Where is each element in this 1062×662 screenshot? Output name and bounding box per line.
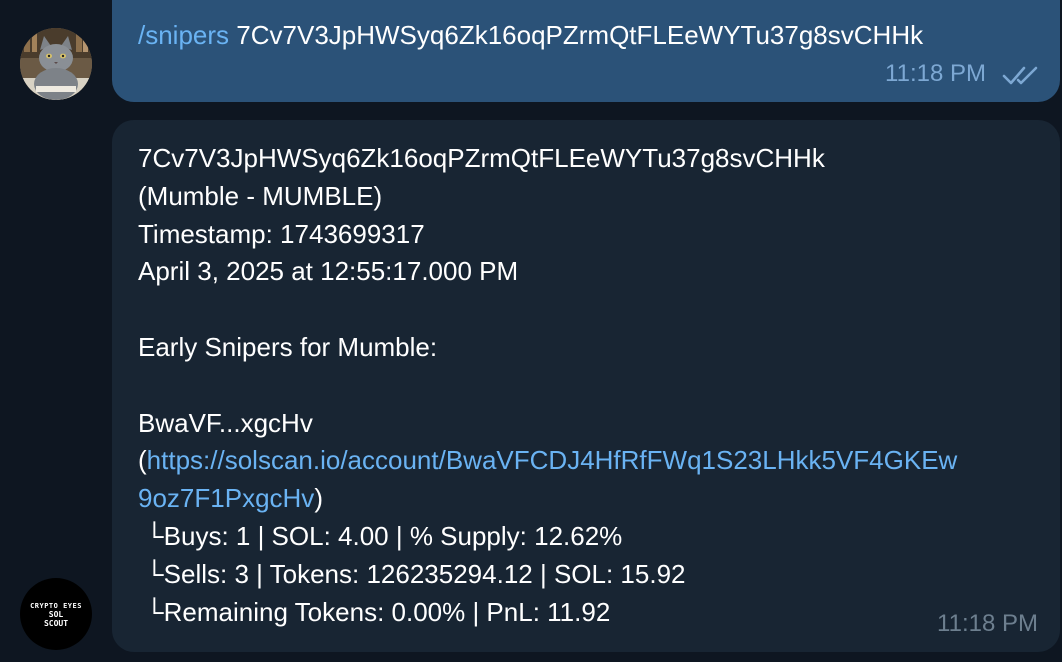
date-line: April 3, 2025 at 12:55:17.000 PM — [138, 256, 519, 287]
token-address: 7Cv7V3JpHWSyq6Zk16oqPZrmQtFLEeWYTu37g8sv… — [138, 143, 825, 173]
command-link[interactable]: /snipers — [138, 20, 229, 50]
link-open-paren: ( — [138, 445, 147, 476]
wallet-short: BwaVF...xgcHv — [138, 407, 313, 438]
command-argument: 7Cv7V3JpHWSyq6Zk16oqPZrmQtFLEeWYTu37g8sv… — [236, 20, 924, 50]
bot-avatar-sol: SOL — [48, 610, 64, 619]
user-avatar[interactable] — [20, 28, 92, 100]
outgoing-message[interactable]: /snipers 7Cv7V3JpHWSyq6Zk16oqPZrmQtFLEeW… — [112, 0, 1060, 102]
incoming-message-time: 11:18 PM — [937, 610, 1038, 637]
outgoing-message-text: /snipers 7Cv7V3JpHWSyq6Zk16oqPZrmQtFLEeW… — [138, 20, 923, 51]
wallet-link-line-1: (https://solscan.io/account/BwaVFCDJ4HfR… — [138, 442, 957, 480]
token-name: (Mumble - MUMBLE) — [138, 180, 383, 211]
solscan-link[interactable]: https://solscan.io/account/BwaVFCDJ4HfRf… — [147, 445, 958, 475]
outgoing-message-time: 11:18 PM — [885, 60, 986, 87]
wallet-link-line-2: 9oz7F1PxgcHv) — [138, 480, 957, 518]
chat-view: /snipers 7Cv7V3JpHWSyq6Zk16oqPZrmQtFLEeW… — [0, 0, 1062, 662]
remaining-line: └Remaining Tokens: 0.00% | PnL: 11.92 — [138, 596, 611, 627]
link-close-paren: ) — [314, 483, 323, 514]
double-check-icon — [1002, 66, 1038, 85]
snipers-heading: Early Snipers for Mumble: — [138, 331, 438, 362]
bot-avatar[interactable]: CRYPTO EYES SOL SCOUT — [20, 578, 92, 650]
cat-avatar-image — [20, 28, 92, 100]
bot-avatar-brand: CRYPTO EYES — [30, 602, 82, 610]
solscan-link-continued[interactable]: 9oz7F1PxgcHv — [138, 483, 314, 513]
sells-line: └Sells: 3 | Tokens: 126235294.12 | SOL: … — [138, 558, 686, 589]
buys-line: └Buys: 1 | SOL: 4.00 | % Supply: 12.62% — [138, 520, 623, 551]
timestamp-line: Timestamp: 1743699317 — [138, 218, 425, 249]
incoming-message[interactable]: 7Cv7V3JpHWSyq6Zk16oqPZrmQtFLEeWYTu37g8sv… — [112, 120, 1060, 652]
incoming-message-text: 7Cv7V3JpHWSyq6Zk16oqPZrmQtFLEeWYTu37g8sv… — [138, 140, 957, 631]
bot-avatar-scout: SCOUT — [43, 619, 69, 628]
